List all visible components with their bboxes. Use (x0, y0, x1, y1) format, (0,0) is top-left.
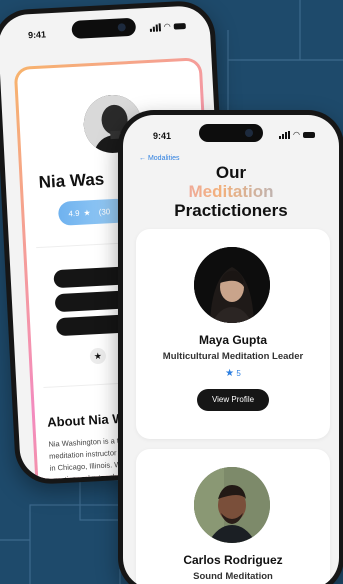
battery-icon (303, 132, 315, 138)
front-phone-screen: 9:41 ◠ ← Modalities Our Meditation Pract… (123, 115, 339, 584)
status-time: 9:41 (153, 131, 172, 141)
signal-icon (279, 131, 291, 139)
dynamic-island (71, 17, 137, 39)
practitioner-card: Carlos Rodriguez Sound Meditation (136, 449, 330, 584)
star-icon: ★ (83, 207, 91, 218)
signal-icon (149, 23, 162, 32)
profile-name: Nia Was (38, 169, 105, 192)
battery-icon (173, 23, 186, 30)
about-heading: About Nia W (46, 410, 125, 430)
practitioner-photo (194, 467, 270, 543)
wifi-icon: ◠ (293, 130, 300, 139)
back-arrow-icon: ← (139, 155, 146, 162)
practitioner-role: Sound Meditation (193, 571, 273, 582)
rating-value: 4.9 (68, 208, 80, 218)
star-icon[interactable]: ★ (89, 347, 107, 365)
dynamic-island (199, 124, 263, 142)
practitioner-name: Carlos Rodriguez (183, 553, 283, 567)
practitioner-rating: ★ 5 (225, 368, 241, 379)
front-phone: 9:41 ◠ ← Modalities Our Meditation Pract… (118, 110, 343, 584)
status-bar: 9:41 ◠ (123, 115, 339, 145)
review-count: (30 (98, 206, 111, 217)
view-profile-button[interactable]: View Profile (197, 389, 269, 411)
practitioner-name: Maya Gupta (198, 333, 267, 347)
practitioner-photo (194, 247, 270, 323)
title-highlight: Meditation (123, 182, 339, 201)
practitioner-role: Multicultural Meditation Leader (162, 351, 304, 362)
wifi-icon: ◠ (163, 21, 171, 32)
page-title: Our Meditation Practictioners (123, 163, 339, 220)
back-link[interactable]: ← Modalities (139, 155, 179, 162)
practitioner-card: Maya Gupta Multicultural Meditation Lead… (136, 229, 330, 439)
status-time: 9:41 (27, 29, 47, 41)
star-icon: ★ (225, 368, 235, 379)
status-bar: 9:41 ◠ (0, 5, 210, 46)
back-link-label: Modalities (147, 155, 180, 162)
